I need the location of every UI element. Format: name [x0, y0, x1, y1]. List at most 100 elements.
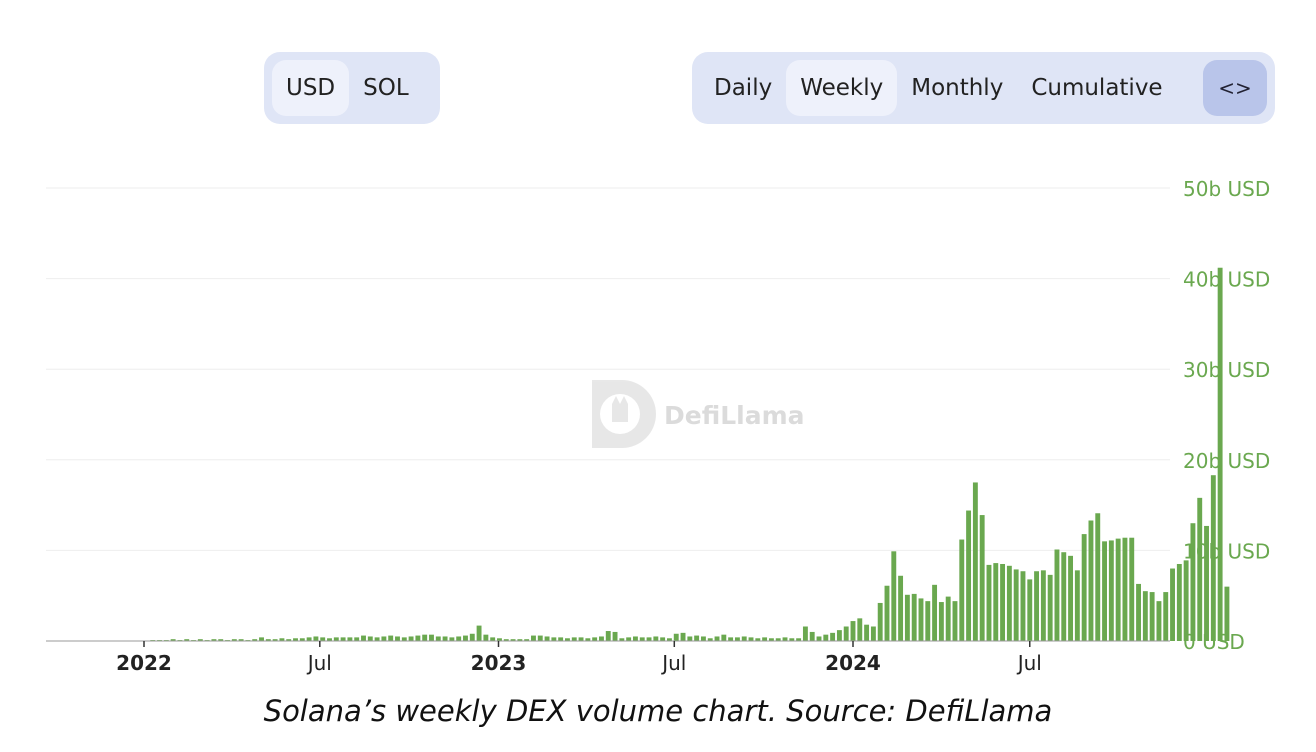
- volume-bar: [802, 626, 808, 641]
- weekly-button[interactable]: Weekly: [786, 60, 898, 116]
- volume-bar: [306, 637, 312, 641]
- weekly-volume-chart: DefiLlama 2022 Jul 2023 Jul 2024 Jul 0 USD 10b…: [46, 177, 1270, 675]
- x-tick-label: Jul: [1016, 651, 1042, 675]
- volume-bar: [728, 637, 734, 641]
- volume-bar: [1197, 497, 1203, 641]
- volume-bar: [354, 637, 360, 641]
- volume-bar: [1183, 560, 1189, 641]
- volume-bar: [551, 637, 557, 641]
- volume-bar: [476, 625, 482, 641]
- volume-bar: [782, 637, 788, 641]
- grid-lines: [46, 187, 1170, 551]
- volume-bar: [1034, 571, 1040, 641]
- volume-bar: [401, 637, 407, 641]
- volume-bar: [945, 596, 951, 641]
- volume-bar: [1061, 552, 1067, 641]
- volume-bar: [918, 598, 924, 641]
- volume-bar: [1149, 592, 1155, 641]
- monthly-button[interactable]: Monthly: [897, 60, 1017, 116]
- volume-bar: [1013, 569, 1019, 641]
- volume-bar: [429, 634, 434, 641]
- watermark-text: DefiLlama: [664, 401, 805, 430]
- sol-button[interactable]: SOL: [349, 60, 423, 116]
- volume-bar: [748, 637, 754, 641]
- y-tick-label: 30b USD: [1183, 358, 1270, 382]
- volume-bar: [483, 634, 489, 641]
- volume-bar: [1027, 579, 1033, 641]
- volume-bar: [891, 551, 897, 641]
- y-tick-label: 20b USD: [1183, 449, 1270, 473]
- volume-bar: [823, 634, 829, 641]
- y-tick-label: 0 USD: [1183, 630, 1245, 654]
- volume-bar: [537, 635, 543, 641]
- volume-bar: [979, 515, 985, 641]
- volume-bar: [442, 636, 448, 641]
- volume-bar: [1122, 537, 1128, 641]
- volume-bar: [1115, 538, 1121, 641]
- volume-bar: [911, 593, 917, 641]
- embed-button[interactable]: <>: [1203, 60, 1267, 116]
- cumulative-button[interactable]: Cumulative: [1017, 60, 1176, 116]
- volume-bar: [558, 637, 564, 641]
- volume-bar: [1054, 549, 1060, 641]
- bars: [150, 267, 1230, 641]
- volume-bar: [1020, 571, 1026, 641]
- volume-bar: [578, 637, 584, 641]
- volume-bar: [986, 564, 992, 641]
- volume-bar: [925, 601, 931, 641]
- volume-bar: [531, 635, 536, 641]
- volume-bar: [1074, 570, 1080, 641]
- volume-bar: [966, 510, 972, 641]
- volume-bar: [1000, 563, 1006, 641]
- volume-bar: [898, 575, 904, 641]
- volume-bar: [993, 563, 999, 641]
- defillama-logo-icon: [592, 380, 656, 448]
- volume-bar: [864, 624, 870, 641]
- volume-bar: [932, 584, 938, 641]
- volume-bar: [313, 636, 319, 641]
- volume-bar: [1088, 520, 1094, 641]
- volume-bar: [694, 635, 700, 641]
- y-axis-ticks: 0 USD 10b USD 20b USD 30b USD 40b USD 50b USD: [1183, 177, 1270, 654]
- volume-bar: [571, 637, 577, 641]
- volume-bar: [626, 637, 632, 641]
- volume-bar: [320, 637, 326, 641]
- volume-bar: [857, 618, 863, 641]
- volume-bar: [1047, 574, 1053, 641]
- volume-bar: [612, 631, 618, 641]
- volume-bar: [395, 636, 400, 641]
- volume-bar: [592, 637, 598, 641]
- x-tick-label: 2022: [116, 651, 172, 675]
- volume-bar: [599, 636, 604, 641]
- volume-bar: [972, 482, 978, 641]
- volume-bar: [361, 635, 366, 641]
- chart-caption: Solana’s weekly DEX volume chart. Source…: [263, 694, 1053, 728]
- volume-bar: [816, 636, 822, 641]
- volume-bar: [367, 636, 373, 641]
- volume-bar: [1170, 568, 1175, 641]
- volume-bar: [347, 637, 353, 641]
- period-toggle: Daily Weekly Monthly Cumulative <>: [692, 52, 1275, 124]
- x-tick-label: 2024: [825, 651, 881, 675]
- volume-bar: [762, 637, 768, 641]
- volume-bar: [1136, 583, 1141, 641]
- volume-bar: [1102, 541, 1107, 641]
- volume-bar: [422, 634, 428, 641]
- usd-button[interactable]: USD: [272, 60, 350, 116]
- volume-bar: [741, 636, 747, 641]
- volume-bar: [870, 626, 876, 641]
- volume-bar: [884, 585, 890, 641]
- volume-bar: [843, 626, 849, 641]
- volume-bar: [721, 634, 727, 641]
- defillama-watermark: DefiLlama: [592, 380, 805, 448]
- x-axis-ticks: 2022 Jul 2023 Jul 2024 Jul: [116, 641, 1042, 675]
- volume-bar: [850, 621, 856, 641]
- volume-bar: [938, 602, 944, 641]
- volume-bar: [660, 637, 666, 641]
- volume-bar: [1108, 540, 1114, 641]
- volume-bar: [673, 633, 679, 641]
- volume-bar: [687, 636, 693, 641]
- daily-button[interactable]: Daily: [700, 60, 786, 116]
- volume-bar: [1006, 565, 1012, 641]
- volume-bar: [1068, 555, 1074, 641]
